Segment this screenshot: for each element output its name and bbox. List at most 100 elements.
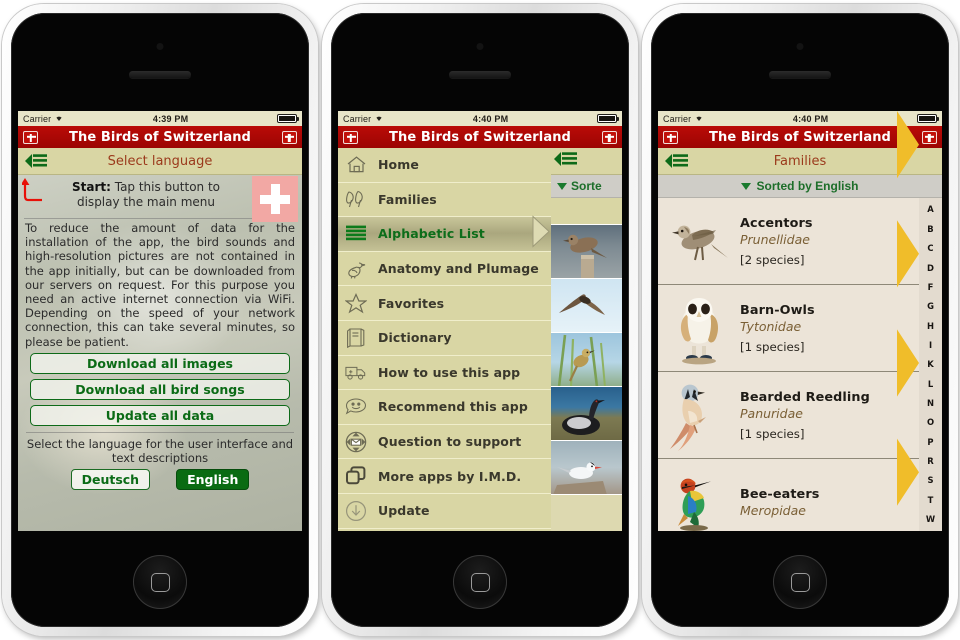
menu-item-favorites[interactable]: Favorites bbox=[338, 286, 551, 321]
language-button-deutsch[interactable]: Deutsch bbox=[70, 468, 151, 490]
phone-2-content: Home Families Alphabetic List Anatomy an… bbox=[338, 148, 622, 531]
page-title: Select language bbox=[107, 153, 213, 169]
index-letter[interactable]: G bbox=[927, 302, 934, 311]
index-letter[interactable]: N bbox=[927, 398, 934, 407]
menu-item-more-apps[interactable]: More apps by I.M.D. bbox=[338, 459, 551, 494]
menu-item-question-to-support[interactable]: Question to support bbox=[338, 425, 551, 460]
feathers-icon bbox=[345, 188, 367, 210]
update-all-data-button[interactable]: Update all data bbox=[30, 404, 290, 426]
menu-item-label: More apps by I.M.D. bbox=[378, 468, 522, 484]
sort-bar[interactable]: Sorted by English bbox=[658, 175, 942, 198]
underlay-sortbar[interactable]: Sorte bbox=[551, 175, 622, 198]
back-menu-icon[interactable] bbox=[553, 150, 579, 173]
app-title: The Birds of Switzerland bbox=[69, 129, 251, 145]
family-latin-name: Meropidae bbox=[740, 502, 806, 518]
phone-device-3: Carrier 4:40 PM The Birds of Switzerland bbox=[642, 4, 958, 636]
index-letter[interactable]: D bbox=[927, 263, 934, 272]
index-letter[interactable]: S bbox=[927, 476, 933, 485]
list-item-thumbnail bbox=[551, 387, 622, 441]
front-camera-icon bbox=[476, 43, 484, 50]
smiley-speech-icon bbox=[345, 396, 367, 418]
family-species-count: [2 species] bbox=[740, 252, 805, 267]
carrier-label: Carrier bbox=[343, 113, 372, 124]
menu-item-label: Home bbox=[378, 157, 419, 173]
app-title: The Birds of Switzerland bbox=[709, 129, 891, 145]
home-button[interactable] bbox=[453, 555, 507, 609]
menu-item-families[interactable]: Families bbox=[338, 183, 551, 218]
carrier-label: Carrier bbox=[23, 113, 52, 124]
earpiece-speaker bbox=[449, 71, 511, 78]
index-letter[interactable]: H bbox=[927, 321, 934, 330]
start-hint: Start: Tap this button to display the ma… bbox=[18, 175, 302, 222]
carrier-label: Carrier bbox=[663, 113, 692, 124]
index-letter[interactable]: A bbox=[927, 205, 933, 214]
table-row[interactable]: Accentors Prunellidae [2 species] bbox=[658, 198, 919, 285]
swiss-flag-icon-left[interactable] bbox=[343, 130, 358, 144]
phone-1-content: Start: Tap this button to display the ma… bbox=[18, 175, 302, 531]
app-title: The Birds of Switzerland bbox=[389, 129, 571, 145]
index-letter[interactable]: F bbox=[928, 282, 934, 291]
swiss-flag-icon-right[interactable] bbox=[921, 130, 937, 144]
family-info: Bee-eaters Meropidae bbox=[736, 487, 819, 518]
phone-3-screen: Carrier 4:40 PM The Birds of Switzerland bbox=[658, 111, 942, 531]
index-letter[interactable]: C bbox=[927, 244, 933, 253]
table-row[interactable]: Barn-Owls Tytonidae [1 species] bbox=[658, 285, 919, 372]
menu-item-home[interactable]: Home bbox=[338, 148, 551, 183]
phone-device-2: Carrier 4:40 PM The Birds of Switzerland bbox=[322, 4, 638, 636]
back-menu-icon[interactable] bbox=[664, 152, 690, 170]
download-all-images-button[interactable]: Download all images bbox=[30, 352, 290, 374]
menu-item-how-to-use-this-app[interactable]: How to use this app bbox=[338, 356, 551, 391]
download-all-bird-songs-button[interactable]: Download all bird songs bbox=[30, 378, 290, 400]
home-square-icon bbox=[470, 572, 490, 592]
index-letter[interactable]: W bbox=[926, 515, 935, 524]
index-letter[interactable]: B bbox=[927, 224, 933, 233]
triangle-down-icon bbox=[741, 182, 752, 190]
wifi-icon bbox=[694, 113, 704, 124]
swiss-flag-icon-right[interactable] bbox=[601, 130, 617, 144]
triangle-down-icon bbox=[557, 182, 567, 190]
index-letter[interactable]: I bbox=[929, 340, 932, 349]
index-letter[interactable]: L bbox=[928, 379, 933, 388]
home-button[interactable] bbox=[773, 555, 827, 609]
menu-item-anatomy-and-plumage[interactable]: Anatomy and Plumage bbox=[338, 252, 551, 287]
divider bbox=[26, 431, 294, 433]
sort-label: Sorted by English bbox=[756, 179, 859, 193]
menu-item-recommend-this-app[interactable]: Recommend this app bbox=[338, 390, 551, 425]
list-bars-icon bbox=[345, 223, 367, 245]
menu-item-update[interactable]: Update bbox=[338, 494, 551, 529]
menu-item-alphabetic-list[interactable]: Alphabetic List bbox=[338, 215, 551, 252]
list-item-thumbnail bbox=[551, 279, 622, 333]
menu-item-dictionary[interactable]: Dictionary bbox=[338, 321, 551, 356]
status-bar: Carrier 4:40 PM bbox=[338, 111, 622, 126]
battery-full-icon bbox=[277, 114, 299, 123]
alphabet-index[interactable]: A B C D F G H I K L N O P R S T W bbox=[919, 198, 942, 531]
book-icon bbox=[345, 327, 367, 349]
phone-2-front: Carrier 4:40 PM The Birds of Switzerland bbox=[331, 13, 629, 627]
start-hint-label: Start: bbox=[71, 180, 111, 194]
index-letter[interactable]: O bbox=[927, 418, 934, 427]
swiss-flag-icon-left[interactable] bbox=[663, 130, 678, 144]
index-letter[interactable]: R bbox=[927, 457, 933, 466]
action-buttons: Download all images Download all bird so… bbox=[18, 349, 302, 426]
language-button-english[interactable]: English bbox=[176, 468, 250, 490]
family-info: Accentors Prunellidae [2 species] bbox=[736, 216, 813, 267]
family-species-count: [1 species] bbox=[740, 426, 805, 441]
index-letter[interactable]: T bbox=[928, 495, 934, 504]
info-paragraph: To reduce the amount of data for the ins… bbox=[25, 221, 295, 349]
navigation-bar: The Birds of Switzerland bbox=[18, 126, 302, 148]
swiss-flag-icon-left[interactable] bbox=[23, 130, 38, 144]
swiss-flag-icon-large bbox=[252, 176, 298, 222]
family-latin-name: Tytonidae bbox=[740, 318, 802, 334]
accentor-thumb bbox=[662, 202, 736, 280]
table-row[interactable]: Bee-eaters Meropidae bbox=[658, 459, 919, 531]
menu-item-label: Alphabetic List bbox=[378, 226, 485, 242]
home-button[interactable] bbox=[133, 555, 187, 609]
wifi-icon bbox=[374, 113, 384, 124]
table-row[interactable]: Bearded Reedling Panuridae [1 species] bbox=[658, 372, 919, 459]
index-letter[interactable]: K bbox=[927, 360, 934, 369]
swiss-flag-icon-right[interactable] bbox=[281, 130, 297, 144]
index-letter[interactable]: P bbox=[927, 437, 933, 446]
phone-1-front: Carrier 4:39 PM The Birds of Switzerland bbox=[11, 13, 309, 627]
menu-item-label: Question to support bbox=[378, 434, 522, 450]
back-menu-icon[interactable] bbox=[24, 152, 50, 170]
